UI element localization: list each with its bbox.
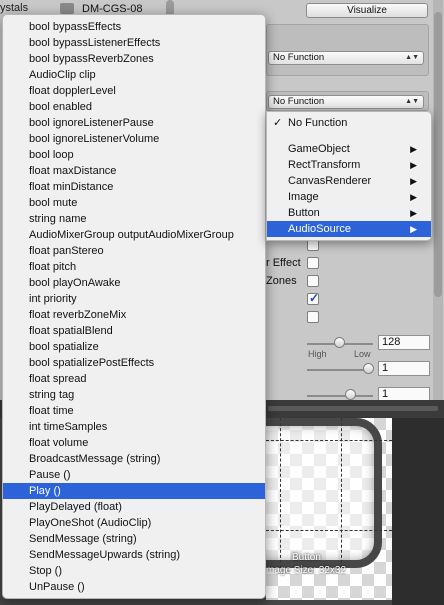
function-dropdown[interactable]: No Function ▲▼ [268, 51, 424, 65]
submenu-item[interactable]: RectTransform ▶ [267, 157, 431, 173]
menu-item[interactable]: float time [3, 403, 265, 419]
dropdown-arrows-icon: ▲▼ [405, 98, 419, 105]
priority-slider-knob[interactable] [334, 337, 345, 348]
menu-item[interactable]: UnPause () [3, 579, 265, 595]
menu-item[interactable]: bool ignoreListenerVolume [3, 131, 265, 147]
menu-item[interactable]: string tag [3, 387, 265, 403]
submenu-arrow-icon: ▶ [410, 144, 417, 154]
function-dropdown-value: No Function [273, 96, 325, 107]
event-entry-box [266, 24, 429, 76]
submenu-item-label: Button [288, 207, 320, 219]
menu-item[interactable]: bool enabled [3, 99, 265, 115]
menu-item[interactable]: float minDistance [3, 179, 265, 195]
menu-item[interactable]: bool spatializePostEffects [3, 355, 265, 371]
submenu-item[interactable]: GameObject ▶ [267, 141, 431, 157]
submenu-item-label: CanvasRenderer [288, 175, 372, 187]
menu-item[interactable]: float maxDistance [3, 163, 265, 179]
menu-item[interactable]: bool bypassReverbZones [3, 51, 265, 67]
menu-item[interactable]: bool ignoreListenerPause [3, 115, 265, 131]
prop-label-effect: r Effect [266, 257, 301, 269]
prop-label-zones: Zones [266, 275, 297, 287]
checkbox-checked[interactable]: ✓ [307, 291, 320, 305]
submenu-arrow-icon: ▶ [410, 224, 417, 234]
menu-item[interactable]: float reverbZoneMix [3, 307, 265, 323]
menu-item[interactable]: int timeSamples [3, 419, 265, 435]
menu-item[interactable]: bool playOnAwake [3, 275, 265, 291]
menu-item[interactable]: float spread [3, 371, 265, 387]
slider-cap-low: Low [354, 349, 371, 359]
menu-item[interactable]: float spatialBlend [3, 323, 265, 339]
slider-2-knob[interactable] [363, 363, 374, 374]
menu-item[interactable]: float dopplerLevel [3, 83, 265, 99]
submenu-item-label: RectTransform [288, 159, 361, 171]
prefab-icon [60, 3, 74, 14]
menu-item[interactable]: float panStereo [3, 243, 265, 259]
menu-item[interactable]: float volume [3, 435, 265, 451]
menu-item[interactable]: float pitch [3, 259, 265, 275]
function-dropdown-value: No Function [273, 52, 325, 63]
preview-dark-region [392, 418, 444, 605]
submenu-item-label: AudioSource [288, 223, 351, 235]
menu-item[interactable]: PlayDelayed (float) [3, 499, 265, 515]
submenu-arrow-icon: ▶ [410, 160, 417, 170]
slice-guide-horizontal [266, 440, 392, 441]
preview-image-size: mage Size: 32x32 [266, 565, 347, 576]
menu-item-no-function[interactable]: ✓ No Function [267, 115, 431, 131]
menu-item[interactable]: bool mute [3, 195, 265, 211]
slider-cap-high: High [308, 349, 327, 359]
submenu-item-label: Image [288, 191, 319, 203]
checkbox-zones[interactable] [307, 275, 319, 287]
checkbox-5[interactable] [307, 311, 319, 323]
menu-item[interactable]: bool bypassListenerEffects [3, 35, 265, 51]
hierarchy-item-partial[interactable]: ystals [0, 2, 28, 14]
component-submenu: ✓ No Function GameObject ▶ RectTransform ▶ C… [266, 111, 432, 241]
submenu-arrow-icon: ▶ [410, 208, 417, 218]
preview-sprite-name: Button [292, 552, 321, 563]
menu-item[interactable]: BroadcastMessage (string) [3, 451, 265, 467]
menu-item[interactable]: string name [3, 211, 265, 227]
dropdown-arrows-icon: ▲▼ [405, 54, 419, 61]
preview-divider-handle[interactable] [268, 406, 438, 411]
submenu-item[interactable]: AudioSource ▶ [267, 221, 431, 237]
submenu-arrow-icon: ▶ [410, 192, 417, 202]
slider-3-track[interactable] [307, 395, 373, 397]
submenu-item[interactable]: Button ▶ [267, 205, 431, 221]
visualize-button[interactable]: Visualize [306, 3, 428, 18]
function-dropdown-active[interactable]: No Function ▲▼ [268, 95, 424, 109]
checkmark-icon: ✓ [273, 117, 283, 129]
submenu-item-label: GameObject [288, 143, 350, 155]
menu-item[interactable]: Pause () [3, 467, 265, 483]
slider-3-knob[interactable] [345, 389, 356, 400]
slider-2-field[interactable]: 1 [378, 361, 430, 376]
menu-item[interactable]: AudioMixerGroup outputAudioMixerGroup [3, 227, 265, 243]
check-icon: ✓ [309, 291, 320, 305]
menu-item[interactable]: bool spatialize [3, 339, 265, 355]
submenu-item[interactable]: CanvasRenderer ▶ [267, 173, 431, 189]
slice-guide-horizontal [266, 530, 392, 531]
menu-item[interactable]: AudioClip clip [3, 67, 265, 83]
menu-item[interactable]: PlayOneShot (AudioClip) [3, 515, 265, 531]
audiosource-members-menu: bool bypassEffects bool bypassListenerEff… [2, 14, 266, 599]
menu-item[interactable]: Play () [3, 483, 265, 499]
menu-item[interactable]: SendMessage (string) [3, 531, 265, 547]
menu-item[interactable]: Stop () [3, 563, 265, 579]
submenu-arrow-icon: ▶ [410, 176, 417, 186]
menu-item[interactable]: bool loop [3, 147, 265, 163]
checkbox-effect[interactable] [307, 257, 319, 269]
priority-field[interactable]: 128 [378, 335, 430, 350]
inspector-scrollbar-thumb[interactable] [434, 12, 442, 297]
menu-item-label: No Function [288, 117, 348, 129]
menu-item[interactable]: int priority [3, 291, 265, 307]
menu-item[interactable]: bool bypassEffects [3, 19, 265, 35]
submenu-item[interactable]: Image ▶ [267, 189, 431, 205]
menu-item[interactable]: SendMessageUpwards (string) [3, 547, 265, 563]
